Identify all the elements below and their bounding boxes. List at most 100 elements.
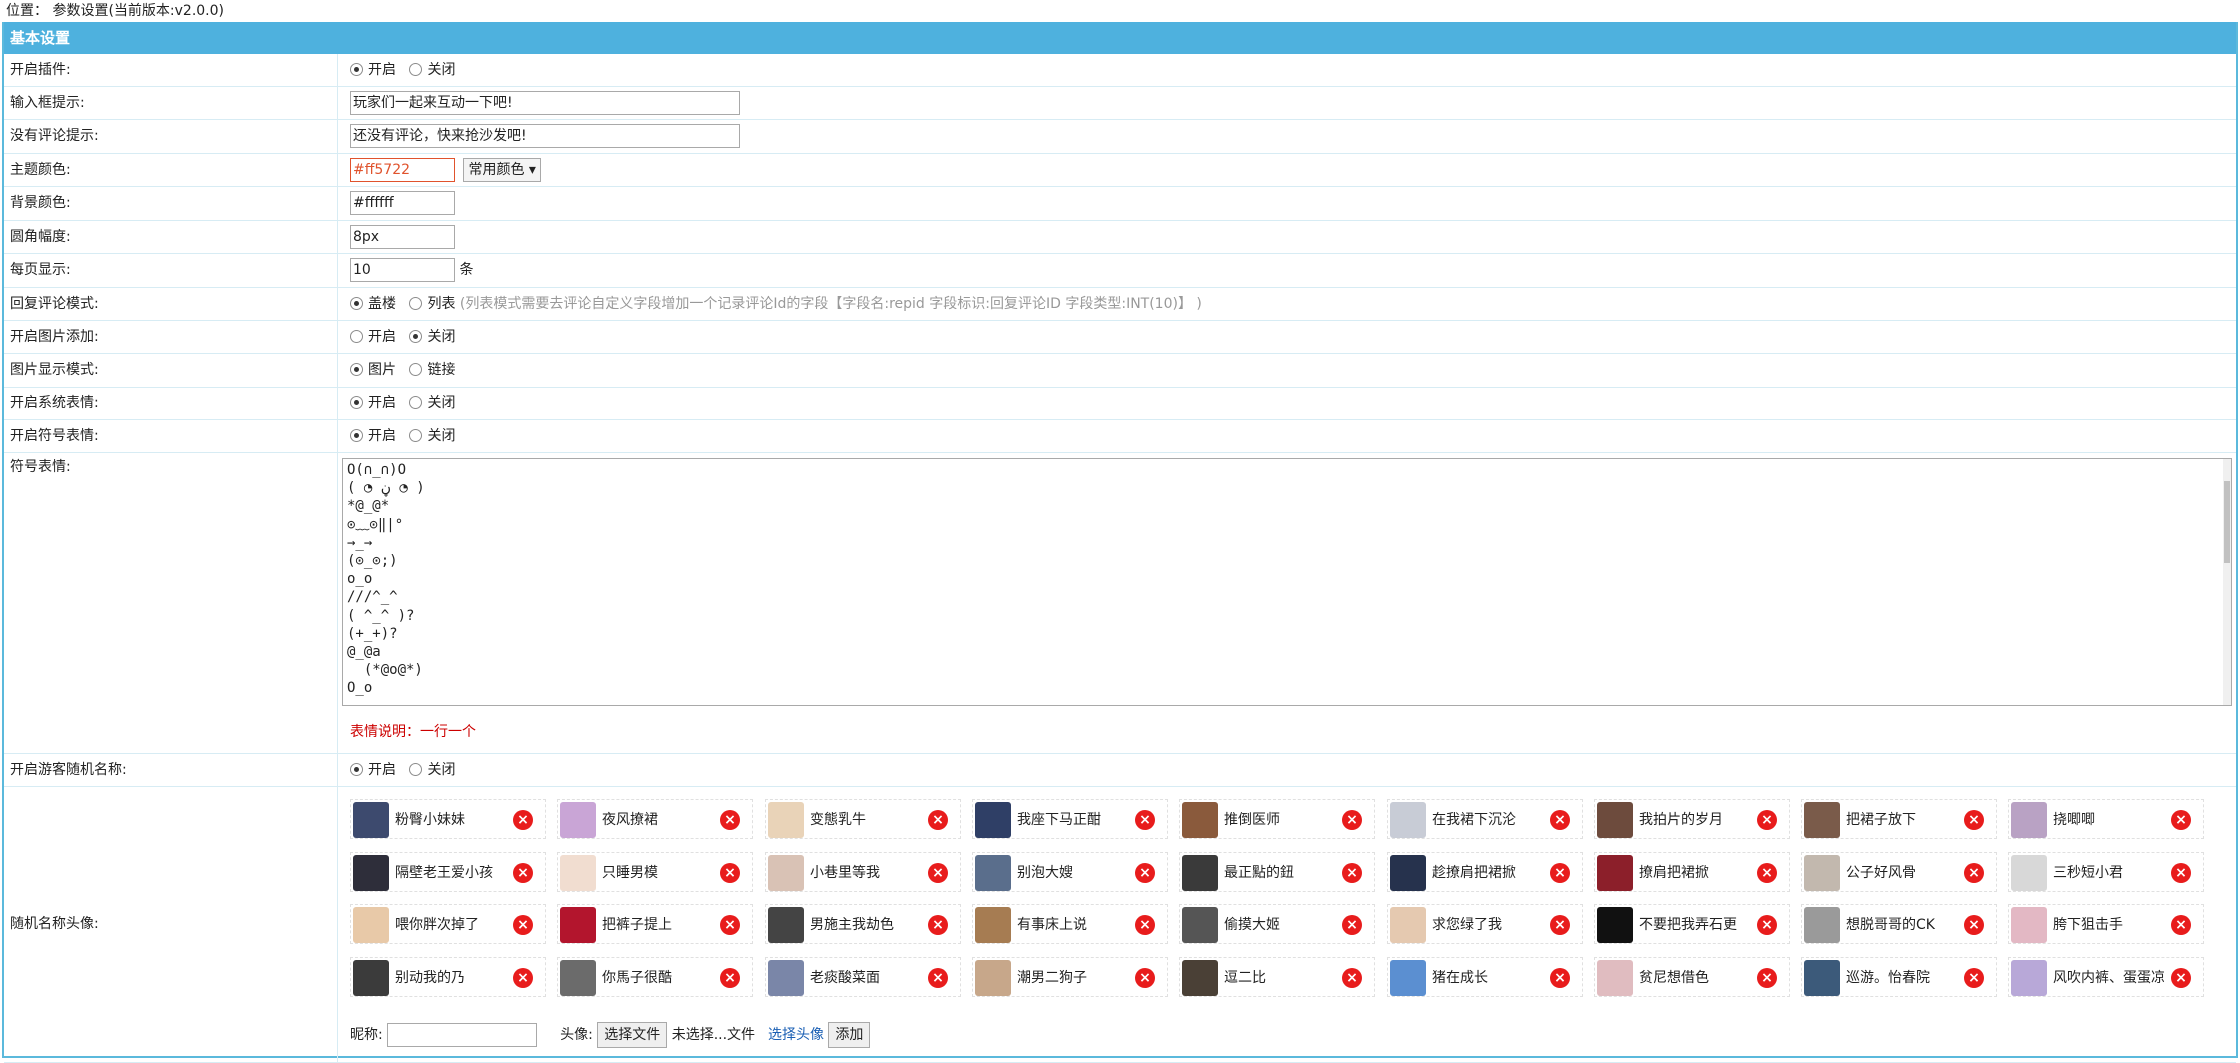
delete-icon[interactable]: × xyxy=(1757,968,1777,988)
delete-icon[interactable]: × xyxy=(1550,968,1570,988)
location-label: 位置： xyxy=(6,3,48,19)
common-color-select[interactable]: 常用颜色 ▾ xyxy=(463,158,541,182)
radio-option[interactable]: 盖楼 xyxy=(350,296,396,312)
no-comment-hint-field[interactable]: 还没有评论，快来抢沙发吧! xyxy=(350,124,740,148)
delete-icon[interactable]: × xyxy=(1964,863,1984,883)
delete-icon[interactable]: × xyxy=(513,810,533,830)
radio-option[interactable]: 列表 xyxy=(409,296,455,312)
radio-dot[interactable] xyxy=(409,330,423,343)
delete-icon[interactable]: × xyxy=(928,810,948,830)
delete-icon[interactable]: × xyxy=(720,968,740,988)
delete-icon[interactable]: × xyxy=(720,810,740,830)
radio-option[interactable]: 开启 xyxy=(350,428,396,444)
avatar-image xyxy=(768,907,804,943)
radio-option[interactable]: 关闭 xyxy=(409,62,455,78)
row-plugin-enable: 开启插件: 开启 关闭 xyxy=(4,54,2236,87)
delete-icon[interactable]: × xyxy=(1135,810,1155,830)
avatar-image xyxy=(1597,802,1633,838)
delete-icon[interactable]: × xyxy=(1964,810,1984,830)
delete-icon[interactable]: × xyxy=(1135,915,1155,935)
radio-label: 开启 xyxy=(368,329,396,345)
radio-dot[interactable] xyxy=(350,396,363,409)
delete-icon[interactable]: × xyxy=(1342,968,1362,988)
radio-dot[interactable] xyxy=(409,763,423,776)
delete-icon[interactable]: × xyxy=(1964,968,1984,988)
row-label: 回复评论模式: xyxy=(4,288,338,320)
scrollbar-thumb[interactable] xyxy=(2224,481,2230,563)
avatar-image xyxy=(1390,907,1426,943)
radio-option[interactable]: 关闭 xyxy=(409,395,455,411)
delete-icon[interactable]: × xyxy=(2171,968,2191,988)
radius-field[interactable]: 8px xyxy=(350,225,455,249)
bg-color-field[interactable]: #ffffff xyxy=(350,191,455,215)
delete-icon[interactable]: × xyxy=(1550,915,1570,935)
radio-dot[interactable] xyxy=(350,330,363,343)
row-label: 开启符号表情: xyxy=(4,420,338,452)
delete-icon[interactable]: × xyxy=(513,915,533,935)
delete-icon[interactable]: × xyxy=(1964,915,1984,935)
choose-file-button[interactable]: 选择文件 xyxy=(597,1022,668,1048)
delete-icon[interactable]: × xyxy=(1342,863,1362,883)
delete-icon[interactable]: × xyxy=(2171,915,2191,935)
delete-icon[interactable]: × xyxy=(1550,863,1570,883)
delete-icon[interactable]: × xyxy=(928,915,948,935)
delete-icon[interactable]: × xyxy=(1757,915,1777,935)
radio-dot[interactable] xyxy=(409,363,423,376)
radio-dot[interactable] xyxy=(350,63,363,76)
row-label: 每页显示: xyxy=(4,254,338,287)
radio-dot[interactable] xyxy=(350,429,363,442)
avatar-image xyxy=(975,907,1011,943)
delete-icon[interactable]: × xyxy=(720,863,740,883)
delete-icon[interactable]: × xyxy=(1757,810,1777,830)
radio-option[interactable]: 链接 xyxy=(409,362,455,378)
input-hint-field[interactable]: 玩家们一起来互动一下吧! xyxy=(350,91,740,115)
radio-dot[interactable] xyxy=(409,396,423,409)
delete-icon[interactable]: × xyxy=(928,968,948,988)
emoji-textarea[interactable]: O(∩_∩)O ( ◔ ڼ ◔ ) *@_@* ⊙﹏⊙‖|° →_→ (⊙_⊙;) o_o /… xyxy=(342,458,2232,706)
delete-icon[interactable]: × xyxy=(2171,810,2191,830)
radio-option[interactable]: 关闭 xyxy=(409,428,455,444)
delete-icon[interactable]: × xyxy=(513,863,533,883)
avatar-name: 隔壁老王爱小孩 xyxy=(395,865,493,881)
delete-icon[interactable]: × xyxy=(1342,915,1362,935)
avatar-item: 小巷里等我 × xyxy=(765,852,961,892)
delete-icon[interactable]: × xyxy=(513,968,533,988)
avatar-item: 把裤子提上 × xyxy=(557,904,753,944)
delete-icon[interactable]: × xyxy=(1550,810,1570,830)
theme-color-field[interactable]: #ff5722 xyxy=(350,158,455,182)
avatar-image xyxy=(975,960,1011,996)
avatar-name: 别泡大嫂 xyxy=(1017,865,1073,881)
radio-option[interactable]: 开启 xyxy=(350,329,396,345)
delete-icon[interactable]: × xyxy=(1757,863,1777,883)
delete-icon[interactable]: × xyxy=(1135,863,1155,883)
radio-dot[interactable] xyxy=(409,297,423,310)
nick-input[interactable] xyxy=(387,1023,538,1047)
avatar-name: 把裙子放下 xyxy=(1846,812,1916,828)
delete-icon[interactable]: × xyxy=(2171,863,2191,883)
radio-dot[interactable] xyxy=(409,63,423,76)
avatar-name: 喂你胖次掉了 xyxy=(395,917,479,933)
add-button[interactable]: 添加 xyxy=(828,1022,871,1048)
radio-option[interactable]: 开启 xyxy=(350,762,396,778)
radio-option[interactable]: 开启 xyxy=(350,395,396,411)
pick-avatar-link[interactable]: 选择头像 xyxy=(768,1027,824,1043)
delete-icon[interactable]: × xyxy=(928,863,948,883)
radio-option[interactable]: 关闭 xyxy=(409,762,455,778)
delete-icon[interactable]: × xyxy=(1342,810,1362,830)
avatar-name: 粉臀小妹妹 xyxy=(395,812,465,828)
radio-dot[interactable] xyxy=(350,297,363,310)
per-page-field[interactable]: 10 xyxy=(350,258,455,282)
delete-icon[interactable]: × xyxy=(1135,968,1155,988)
radio-option[interactable]: 关闭 xyxy=(409,329,455,345)
delete-icon[interactable]: × xyxy=(720,915,740,935)
radio-dot[interactable] xyxy=(409,429,423,442)
radio-dot[interactable] xyxy=(350,363,363,376)
textarea-scrollbar[interactable] xyxy=(2223,459,2231,705)
radio-option[interactable]: 图片 xyxy=(350,362,396,378)
radio-option[interactable]: 开启 xyxy=(350,62,396,78)
radio-label: 关闭 xyxy=(427,762,456,778)
row-emoji-list: 符号表情: O(∩_∩)O ( ◔ ڼ ◔ ) *@_@* ⊙﹏⊙‖|° →_→ (⊙_⊙… xyxy=(4,453,2236,754)
radio-dot[interactable] xyxy=(350,763,363,776)
row-per-page: 每页显示: 10 条 xyxy=(4,254,2236,288)
avatar-item: 想脱哥哥的CK × xyxy=(1801,904,1997,944)
